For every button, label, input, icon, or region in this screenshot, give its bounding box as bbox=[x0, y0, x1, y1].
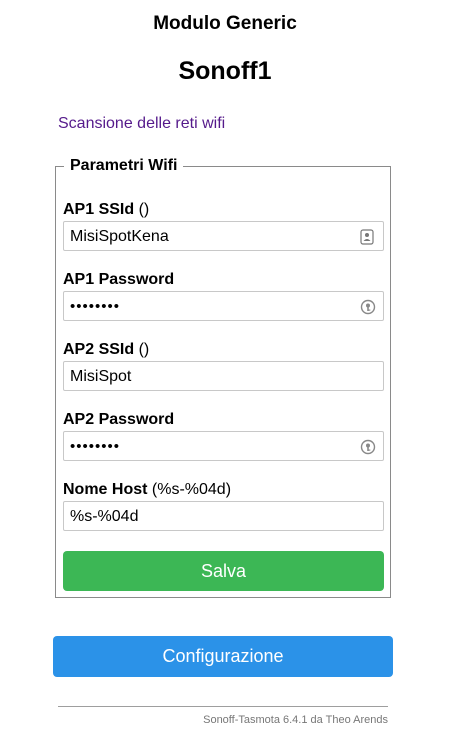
key-icon[interactable] bbox=[360, 299, 376, 315]
ap2-password-label: AP2 Password bbox=[63, 411, 174, 429]
hostname-input[interactable]: %s-%04d bbox=[63, 501, 384, 531]
ap2-password-label-text: AP2 Password bbox=[63, 411, 175, 428]
ap1-ssid-value: MisiSpotKena bbox=[70, 228, 169, 245]
ap1-ssid-label: AP1 SSId () bbox=[63, 201, 149, 219]
ap2-ssid-value: MisiSpot bbox=[70, 368, 132, 385]
ap1-ssid-input[interactable]: MisiSpotKena bbox=[63, 221, 384, 251]
hostname-label: Nome Host (%s-%04d) bbox=[63, 481, 231, 499]
ap2-ssid-input[interactable]: MisiSpot bbox=[63, 361, 384, 391]
ap1-password-input[interactable]: •••••••• bbox=[63, 291, 384, 321]
fieldset-legend: Parametri Wifi bbox=[64, 157, 184, 175]
footer-divider bbox=[58, 706, 388, 707]
ap2-password-input[interactable]: •••••••• bbox=[63, 431, 384, 461]
contact-card-icon[interactable] bbox=[360, 229, 374, 245]
footer-credits: Sonoff-Tasmota 6.4.1 da Theo Arends bbox=[203, 714, 388, 726]
ap1-ssid-label-note: () bbox=[134, 201, 150, 218]
ap1-password-label: AP1 Password bbox=[63, 271, 174, 289]
save-button[interactable]: Salva bbox=[63, 551, 384, 591]
wifi-params-fieldset: Parametri Wifi AP1 SSId () MisiSpotKena … bbox=[55, 157, 391, 598]
ap1-ssid-label-text: AP1 SSId bbox=[63, 201, 135, 218]
device-name: Sonoff1 bbox=[178, 57, 272, 85]
key-icon[interactable] bbox=[360, 439, 376, 455]
ap2-ssid-label-text: AP2 SSId bbox=[63, 341, 135, 358]
scan-wifi-link[interactable]: Scansione delle reti wifi bbox=[58, 115, 225, 133]
configuration-button[interactable]: Configurazione bbox=[53, 636, 393, 677]
ap2-ssid-label: AP2 SSId () bbox=[63, 341, 149, 359]
module-title: Modulo Generic bbox=[153, 13, 297, 34]
ap2-password-value: •••••••• bbox=[70, 438, 121, 455]
ap1-password-label-text: AP1 Password bbox=[63, 271, 175, 288]
ap1-password-value: •••••••• bbox=[70, 298, 121, 315]
hostname-label-note: (%s-%04d) bbox=[147, 481, 232, 498]
ap2-ssid-label-note: () bbox=[134, 341, 150, 358]
hostname-value: %s-%04d bbox=[70, 508, 139, 525]
hostname-label-text: Nome Host bbox=[63, 481, 148, 498]
